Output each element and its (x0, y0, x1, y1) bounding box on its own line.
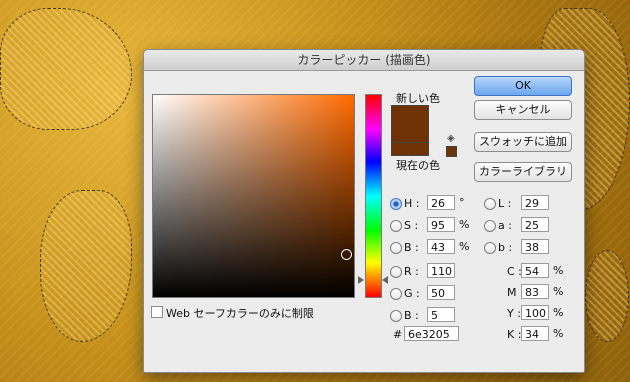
h-radio[interactable] (390, 198, 402, 210)
color-libraries-button[interactable]: カラーライブラリ (474, 162, 572, 182)
a-radio[interactable] (484, 220, 496, 232)
gamut-color-swatch[interactable] (446, 146, 457, 157)
c-unit: % (553, 264, 564, 277)
s-input[interactable]: 95 (427, 217, 455, 232)
blue-radio[interactable] (390, 310, 402, 322)
brightness-input[interactable]: 43 (427, 239, 455, 254)
hue-slider-handle-left[interactable] (358, 276, 364, 284)
k-input[interactable]: 34 (521, 326, 549, 341)
b-lab-radio[interactable] (484, 242, 496, 254)
current-color-label: 現在の色 (396, 159, 440, 172)
a-input[interactable]: 25 (521, 217, 549, 232)
s-label: S : (404, 219, 419, 232)
blue-input[interactable]: 5 (427, 307, 455, 322)
c-input[interactable]: 54 (521, 263, 549, 278)
s-unit: % (459, 218, 470, 231)
add-to-swatches-button[interactable]: スウォッチに追加 (474, 132, 572, 152)
r-input[interactable]: 110 (427, 263, 455, 278)
hue-slider[interactable] (365, 94, 382, 298)
y-label: Y : (507, 307, 521, 320)
saturation-brightness-field[interactable] (152, 94, 355, 298)
k-label: K : (507, 328, 522, 341)
m-unit: % (553, 285, 564, 298)
h-input[interactable]: 26 (427, 195, 455, 210)
m-input[interactable]: 83 (521, 284, 549, 299)
g-radio[interactable] (390, 288, 402, 300)
l-label: L : (498, 197, 512, 210)
h-label: H : (404, 197, 420, 210)
hex-label: # (393, 328, 403, 341)
b-lab-input[interactable]: 38 (521, 239, 549, 254)
y-unit: % (553, 306, 564, 319)
s-radio[interactable] (390, 220, 402, 232)
g-input[interactable]: 50 (427, 285, 455, 300)
blue-label: B : (404, 309, 419, 322)
g-label: G : (404, 287, 420, 300)
a-label: a : (498, 219, 512, 232)
c-label: C : (507, 265, 522, 278)
cancel-button[interactable]: キャンセル (474, 100, 572, 120)
l-input[interactable]: 29 (521, 195, 549, 210)
y-input[interactable]: 100 (521, 305, 549, 320)
r-label: R : (404, 265, 419, 278)
selected-map-region (40, 190, 132, 342)
new-color-label: 新しい色 (396, 92, 440, 105)
new-color-swatch (391, 105, 429, 143)
hex-input[interactable]: 6e3205 (404, 326, 459, 341)
r-radio[interactable] (390, 266, 402, 278)
selected-map-region (0, 8, 132, 130)
hue-slider-handle-right[interactable] (382, 276, 388, 284)
l-radio[interactable] (484, 198, 496, 210)
web-safe-checkbox[interactable] (151, 306, 163, 318)
k-unit: % (553, 327, 564, 340)
web-safe-label: Web セーフカラーのみに制限 (166, 307, 314, 320)
color-picker-dialog: カラーピッカー (描画色) 新しい色 現在の色 ◈ OK キャンセル スウォッチ… (143, 49, 585, 373)
current-color-swatch[interactable] (391, 142, 429, 156)
cube-icon[interactable]: ◈ (447, 134, 457, 144)
dialog-title: カラーピッカー (描画色) (144, 50, 584, 71)
b-lab-label: b : (498, 241, 513, 254)
brightness-label: B : (404, 241, 419, 254)
brightness-radio[interactable] (390, 242, 402, 254)
h-unit: ° (459, 196, 465, 209)
brightness-unit: % (459, 240, 470, 253)
color-marker[interactable] (341, 249, 352, 260)
selected-map-region (585, 250, 629, 342)
ok-button[interactable]: OK (474, 76, 572, 96)
